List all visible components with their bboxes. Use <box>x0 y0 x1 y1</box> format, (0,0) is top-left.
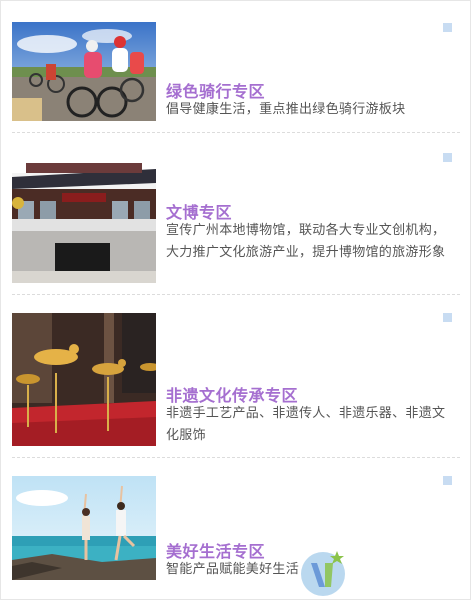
corner-marker-icon <box>443 476 452 485</box>
yoga-beach-image[interactable] <box>12 476 156 580</box>
corner-marker-icon <box>443 153 452 162</box>
list-item[interactable]: 绿色骑行专区 倡导健康生活，重点推出绿色骑行游板块 <box>1 1 470 133</box>
item-description: 倡导健康生活，重点推出绿色骑行游板块 <box>166 102 406 117</box>
item-description: 宣传广州本地博物馆，联动各大专业文创机构，大力推广文化旅游产业，提升博物馆的旅游… <box>166 223 446 260</box>
corner-marker-icon <box>443 313 452 322</box>
cycling-race-image[interactable] <box>12 22 156 121</box>
corner-marker-icon <box>443 23 452 32</box>
list-item[interactable]: 文博专区 宣传广州本地博物馆，联动各大专业文创机构，大力推广文化旅游产业，提升博… <box>1 133 470 295</box>
brand-logo-icon <box>297 547 349 597</box>
list-item[interactable]: 美好生活专区 智能产品赋能美好生活 <box>1 458 470 599</box>
list-item[interactable]: 非遗文化传承专区 非遗手工艺产品、非遗传人、非遗乐器、非遗文化服饰 <box>1 295 470 458</box>
zone-list: 绿色骑行专区 倡导健康生活，重点推出绿色骑行游板块 文博专区 宣传广州本地博物馆… <box>0 0 471 600</box>
item-description: 非遗手工艺产品、非遗传人、非遗乐器、非遗文化服饰 <box>166 406 446 443</box>
museum-building-image[interactable] <box>12 153 156 283</box>
golden-horse-craft-image[interactable] <box>12 313 156 446</box>
